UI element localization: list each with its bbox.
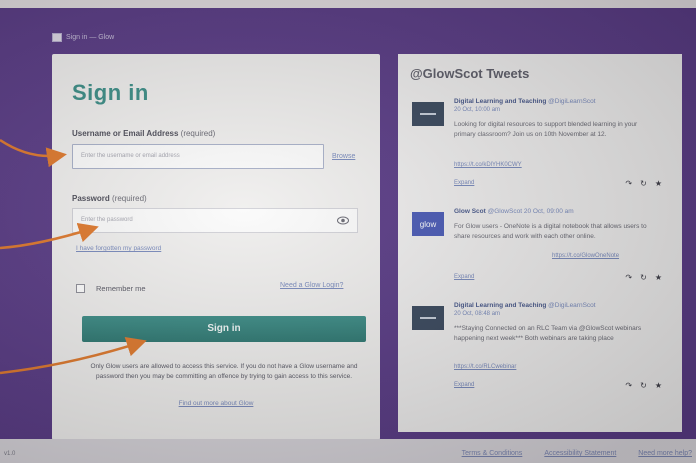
username-label-text: Username or Email Address xyxy=(72,129,179,138)
tweet-handle: @GlowScot xyxy=(487,208,523,215)
glow-logo-icon xyxy=(52,33,62,42)
footer-bar: v1.0 Terms & Conditions Accessibility St… xyxy=(0,439,696,463)
tweet-time[interactable]: 20 Oct, 09:00 am xyxy=(524,208,574,215)
favorite-icon[interactable]: ★ xyxy=(655,180,662,188)
page-background: Sign in — Glow Sign in Username or Email… xyxy=(0,0,696,463)
tweet-time[interactable]: 20 Oct, 10:00 am xyxy=(454,107,500,113)
tweet-link[interactable]: https://t.co/GlowOneNote xyxy=(552,253,619,259)
tweet-author[interactable]: Digital Learning and Teaching @DigiLearn… xyxy=(454,98,664,105)
username-label: Username or Email Address (required) xyxy=(72,129,215,138)
signin-button[interactable]: Sign in xyxy=(82,316,366,342)
footer-link-help[interactable]: Need more help? xyxy=(638,450,692,457)
footer-links: Terms & Conditions Accessibility Stateme… xyxy=(462,450,692,457)
retweet-icon[interactable]: ↻ xyxy=(640,180,647,188)
username-placeholder: Enter the username or email address xyxy=(81,153,180,159)
reply-icon[interactable]: ↷ xyxy=(625,382,632,390)
tweet-time[interactable]: 20 Oct, 08:48 am xyxy=(454,311,500,317)
find-out-more-link[interactable]: Find out more about Glow xyxy=(52,400,380,407)
tweet-expand-link[interactable]: Expand xyxy=(454,274,474,280)
tweet-item: Digital Learning and Teaching @DigiLearn… xyxy=(412,302,668,406)
favorite-icon[interactable]: ★ xyxy=(655,382,662,390)
password-placeholder: Enter the password xyxy=(81,217,133,223)
header-logo[interactable]: Sign in — Glow xyxy=(52,33,114,42)
header-logo-text: Sign in — Glow xyxy=(66,34,115,41)
avatar[interactable]: glow xyxy=(412,212,444,236)
tweets-panel: @GlowScot Tweets Digital Learning and Te… xyxy=(398,54,682,432)
avatar-text: glow xyxy=(420,220,437,229)
reply-icon[interactable]: ↷ xyxy=(625,180,632,188)
tweet-author-name: Glow Scot xyxy=(454,208,486,215)
tweet-item: glow Glow Scot @GlowScot 20 Oct, 09:00 a… xyxy=(412,208,668,294)
tweet-handle: @DigiLearnScot xyxy=(548,302,596,309)
password-label-text: Password xyxy=(72,194,110,203)
access-notice: Only Glow users are allowed to access th… xyxy=(90,363,358,380)
password-input[interactable]: Enter the password xyxy=(72,208,358,233)
retweet-icon[interactable]: ↻ xyxy=(640,382,647,390)
favorite-icon[interactable]: ★ xyxy=(655,274,662,282)
tweet-author[interactable]: Digital Learning and Teaching @DigiLearn… xyxy=(454,302,664,309)
reply-icon[interactable]: ↷ xyxy=(625,274,632,282)
tweet-text: Looking for digital resources to support… xyxy=(454,121,638,138)
tweet-item: Digital Learning and Teaching @DigiLearn… xyxy=(412,98,668,200)
tweet-handle: @DigiLearnScot xyxy=(548,98,596,105)
remember-me-label: Remember me xyxy=(96,284,146,293)
remember-me-checkbox[interactable] xyxy=(76,284,85,293)
tweet-link[interactable]: https://t.co/kDlYHK0CWY xyxy=(454,162,522,168)
avatar[interactable] xyxy=(412,102,444,126)
tweet-author[interactable]: Glow Scot @GlowScot 20 Oct, 09:00 am xyxy=(454,208,664,215)
tweet-actions: ↷ ↻ ★ xyxy=(625,382,662,390)
eye-icon[interactable] xyxy=(337,216,349,225)
footer-link-terms[interactable]: Terms & Conditions xyxy=(462,450,523,457)
browse-link[interactable]: Browse xyxy=(332,153,355,160)
username-required: (required) xyxy=(180,129,216,138)
password-required: (required) xyxy=(112,194,147,203)
password-label: Password (required) xyxy=(72,194,147,203)
signin-card: Sign in Username or Email Address (requi… xyxy=(52,54,380,440)
tweet-actions: ↷ ↻ ★ xyxy=(625,274,662,282)
tweet-expand-link[interactable]: Expand xyxy=(454,180,474,186)
tweet-author-name: Digital Learning and Teaching xyxy=(454,302,547,309)
retweet-icon[interactable]: ↻ xyxy=(640,274,647,282)
tweet-author-name: Digital Learning and Teaching xyxy=(454,98,547,105)
tweet-expand-link[interactable]: Expand xyxy=(454,382,474,388)
username-input[interactable]: Enter the username or email address xyxy=(72,144,324,169)
footer-link-accessibility[interactable]: Accessibility Statement xyxy=(544,450,616,457)
footer-left-text: v1.0 xyxy=(4,451,16,457)
tweet-actions: ↷ ↻ ★ xyxy=(625,180,662,188)
signin-title: Sign in xyxy=(72,80,149,105)
forgot-password-link[interactable]: I have forgotten my password xyxy=(76,245,161,252)
avatar[interactable] xyxy=(412,306,444,330)
tweet-link[interactable]: https://t.co/RLCwebinar xyxy=(454,364,516,370)
tweet-text: ***Staying Connected on an RLC Team via … xyxy=(454,325,642,342)
need-glow-login-link[interactable]: Need a Glow Login? xyxy=(280,282,343,289)
tweet-text: For Glow users - OneNote is a digital no… xyxy=(454,223,647,240)
tweets-title: @GlowScot Tweets xyxy=(410,66,530,81)
